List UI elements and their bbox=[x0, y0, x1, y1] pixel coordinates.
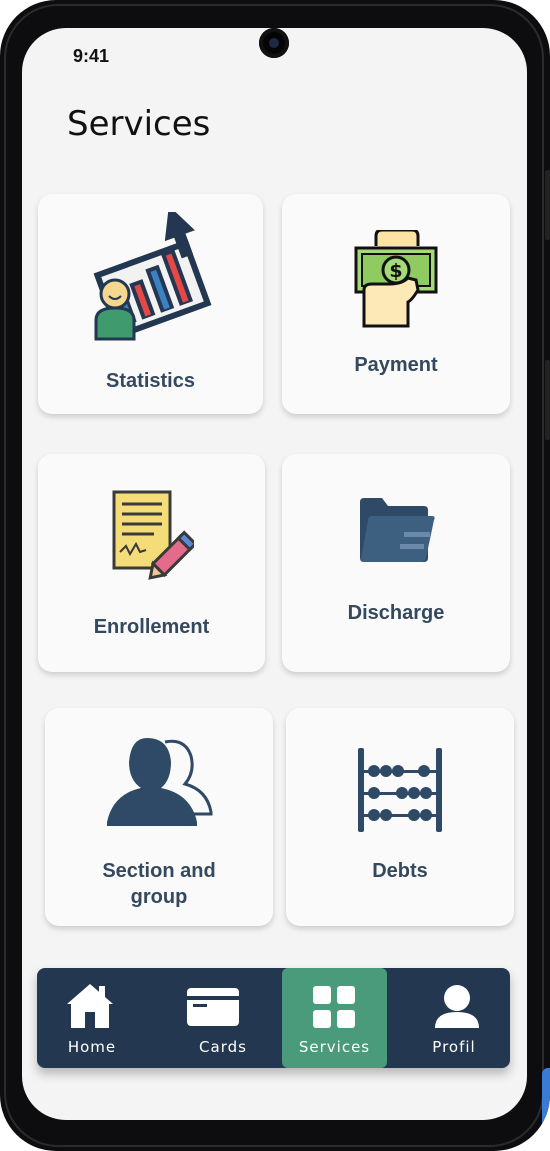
statistics-icon bbox=[93, 212, 212, 341]
service-label: Enrollement bbox=[93, 616, 210, 638]
folder-icon bbox=[360, 498, 435, 562]
payment-icon: $ bbox=[354, 230, 438, 328]
bottom-nav: Home Cards Services Profil bbox=[37, 968, 510, 1068]
svg-text:$: $ bbox=[389, 260, 402, 282]
phone-frame: 9:41 Services Statistics $ Payment Enrol… bbox=[0, 0, 550, 1151]
service-card-statistics[interactable]: Statistics bbox=[38, 194, 263, 414]
enrollment-document-icon bbox=[112, 490, 194, 580]
card-icon bbox=[187, 988, 239, 1026]
service-card-payment[interactable]: $ Payment bbox=[282, 194, 510, 414]
front-camera bbox=[259, 28, 289, 58]
service-label: Payment bbox=[354, 354, 438, 376]
nav-item-profil[interactable]: Profil bbox=[399, 968, 509, 1068]
service-card-section-and-group[interactable]: Section and group bbox=[45, 708, 273, 926]
side-button-lower bbox=[545, 360, 550, 440]
nav-item-home[interactable]: Home bbox=[37, 968, 147, 1068]
profile-icon bbox=[435, 985, 479, 1028]
grid-icon bbox=[313, 986, 355, 1028]
edge-tab bbox=[542, 1068, 550, 1138]
side-button-upper bbox=[545, 170, 550, 240]
nav-item-services[interactable]: Services bbox=[282, 968, 387, 1068]
service-label: Debts bbox=[372, 860, 428, 882]
service-label: Statistics bbox=[106, 370, 195, 392]
nav-label: Profil bbox=[432, 1038, 476, 1056]
service-card-debts[interactable]: Debts bbox=[286, 708, 514, 926]
users-icon bbox=[107, 738, 213, 826]
screen: 9:41 Services Statistics $ Payment Enrol… bbox=[22, 28, 527, 1120]
nav-item-cards[interactable]: Cards bbox=[161, 968, 285, 1068]
service-label: Discharge bbox=[347, 602, 445, 624]
nav-label: Home bbox=[67, 1038, 117, 1056]
service-label: group bbox=[130, 886, 188, 908]
nav-label: Cards bbox=[199, 1038, 247, 1056]
nav-label: Services bbox=[298, 1038, 371, 1056]
abacus-icon bbox=[358, 748, 442, 832]
service-label: Section and bbox=[102, 860, 216, 882]
service-card-discharge[interactable]: Discharge bbox=[282, 454, 510, 672]
status-time: 9:41 bbox=[73, 46, 110, 66]
page-title: Services bbox=[67, 104, 211, 144]
service-card-enrollement[interactable]: Enrollement bbox=[38, 454, 265, 672]
home-icon bbox=[67, 984, 113, 1028]
